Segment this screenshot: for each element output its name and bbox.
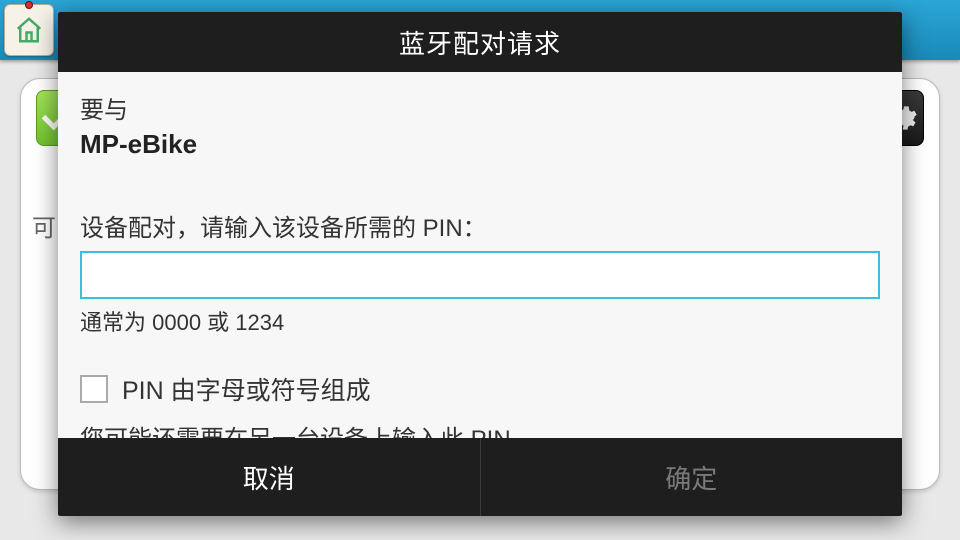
dialog-button-bar: 取消 确定 xyxy=(58,438,902,516)
pin-input[interactable] xyxy=(80,251,880,299)
pin-prompt: 设备配对，请输入该设备所需的 PIN： xyxy=(80,208,880,243)
home-button[interactable] xyxy=(4,4,54,56)
alpha-pin-row[interactable]: PIN 由字母或符号组成 xyxy=(80,371,880,407)
pushpin-icon xyxy=(25,1,33,9)
dialog-body: 要与 MP-eBike 设备配对，请输入该设备所需的 PIN： 通常为 0000… xyxy=(58,72,902,438)
background-side-text: 可 xyxy=(32,208,56,243)
pin-note: 您可能还需要在另一台设备上输入此 PIN。 xyxy=(80,419,880,438)
dialog-title: 蓝牙配对请求 xyxy=(58,12,902,72)
alpha-pin-label: PIN 由字母或符号组成 xyxy=(122,371,371,407)
bluetooth-pairing-dialog: 蓝牙配对请求 要与 MP-eBike 设备配对，请输入该设备所需的 PIN： 通… xyxy=(58,12,902,516)
device-name: MP-eBike xyxy=(80,129,880,160)
pin-hint: 通常为 0000 或 1234 xyxy=(80,305,880,337)
cancel-button[interactable]: 取消 xyxy=(58,438,480,516)
home-icon xyxy=(14,15,44,45)
ok-button[interactable]: 确定 xyxy=(480,438,903,516)
pair-with-label: 要与 xyxy=(80,90,880,125)
alpha-pin-checkbox[interactable] xyxy=(80,375,108,403)
